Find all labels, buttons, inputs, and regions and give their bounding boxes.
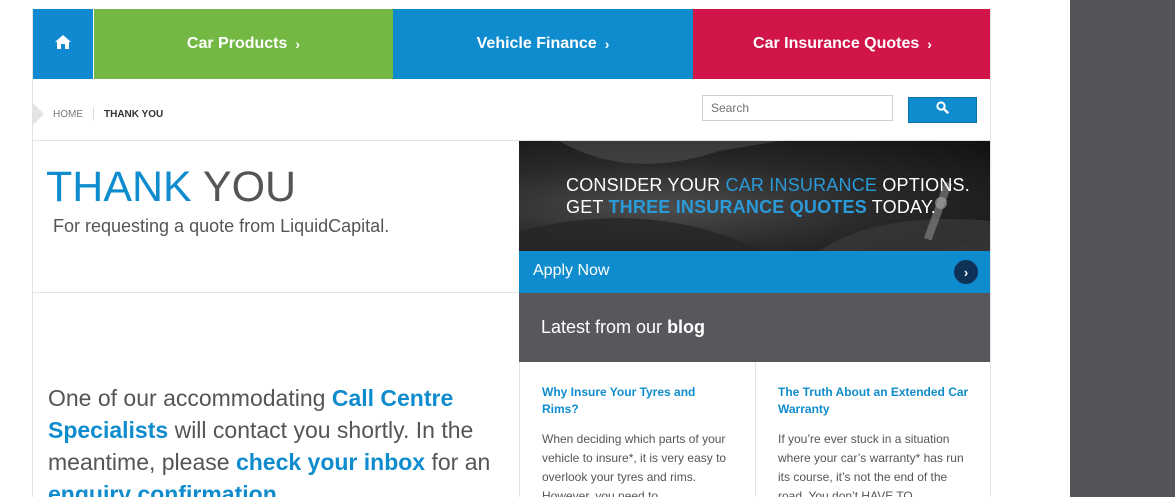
nav-car-insurance-quotes-label: Car Insurance Quotes [753, 35, 920, 52]
page-title-part-1: THANK [46, 163, 192, 211]
nav-car-insurance-quotes[interactable]: Car Insurance Quotes › [693, 9, 990, 79]
chevron-right-icon: › [927, 36, 932, 52]
banner-line-1-highlight: CAR INSURANCE [725, 175, 878, 195]
home-icon [54, 33, 72, 56]
breadcrumb: HOME THANK YOU [53, 107, 163, 121]
search-button[interactable] [908, 97, 977, 123]
banner-line-1-b: OPTIONS. [877, 175, 970, 195]
contact-text-3: for an [425, 449, 491, 475]
check-inbox-highlight: check your inbox [235, 449, 426, 475]
page-subtitle: For requesting a quote from LiquidCapita… [53, 216, 390, 236]
banner-engine-background [519, 141, 990, 251]
banner-line-1-a: CONSIDER YOUR [566, 175, 726, 195]
page-container: Car Products › Vehicle Finance › Car Ins… [32, 9, 991, 497]
top-navigation: Car Products › Vehicle Finance › Car Ins… [33, 9, 990, 79]
nav-vehicle-finance-label: Vehicle Finance [476, 35, 597, 52]
chevron-right-icon: › [604, 36, 610, 52]
blog-post: Why Insure Your Tyres and Rims? When dec… [520, 362, 756, 497]
thank-you-section: THANK YOU For requesting a quote from Li… [33, 141, 519, 293]
page-title-part-2: YOU [202, 163, 297, 211]
blog-post-excerpt: When deciding which parts of your vehicl… [542, 432, 727, 497]
contact-message: One of our accommodating Call Centre Spe… [48, 382, 498, 497]
breadcrumb-separator [93, 107, 94, 121]
breadcrumb-home-link[interactable]: HOME [53, 109, 83, 120]
banner-line-1: CONSIDER YOUR CAR INSURANCE OPTIONS. [566, 175, 970, 196]
nav-home-button[interactable] [33, 9, 93, 79]
blog-post-title-link[interactable]: The Truth About an Extended Car Warranty [778, 384, 970, 418]
nav-vehicle-finance[interactable]: Vehicle Finance › [393, 9, 693, 79]
enquiry-confirmation-highlight: enquiry confirmation [48, 481, 277, 497]
nav-car-products-label: Car Products [186, 35, 288, 52]
insurance-banner[interactable]: CONSIDER YOUR CAR INSURANCE OPTIONS. GET… [519, 141, 990, 251]
apply-now-button[interactable]: Apply Now › [519, 251, 990, 293]
blog-post-title-link[interactable]: Why Insure Your Tyres and Rims? [542, 384, 733, 418]
right-sidebar-background [1070, 0, 1175, 497]
banner-line-2-highlight: THREE INSURANCE QUOTES [608, 197, 867, 217]
nav-car-products[interactable]: Car Products › [94, 9, 393, 79]
blog-heading-a: Latest from our [541, 317, 668, 337]
banner-line-2: GET THREE INSURANCE QUOTES TODAY. [566, 197, 936, 218]
blog-heading: Latest from our blog [541, 317, 705, 338]
breadcrumb-current: THANK YOU [104, 108, 164, 120]
blog-post: The Truth About an Extended Car Warranty… [756, 362, 990, 497]
banner-line-2-a: GET [566, 197, 609, 217]
contact-text-1: One of our accommodating [48, 385, 332, 411]
search-input[interactable] [702, 95, 893, 121]
blog-post-excerpt: If you’re ever stuck in a situation wher… [778, 432, 964, 497]
blog-posts: Why Insure Your Tyres and Rims? When dec… [519, 362, 990, 497]
chevron-right-icon: › [295, 36, 301, 52]
apply-now-label: Apply Now [533, 262, 610, 279]
page-title: THANK YOU [46, 163, 296, 211]
banner-line-2-b: TODAY. [866, 197, 937, 217]
breadcrumb-arrow-decoration [33, 103, 44, 125]
blog-header: Latest from our blog [519, 293, 990, 362]
chevron-right-icon: › [954, 260, 978, 284]
blog-heading-b: blog [667, 317, 706, 337]
search-icon [936, 101, 949, 119]
